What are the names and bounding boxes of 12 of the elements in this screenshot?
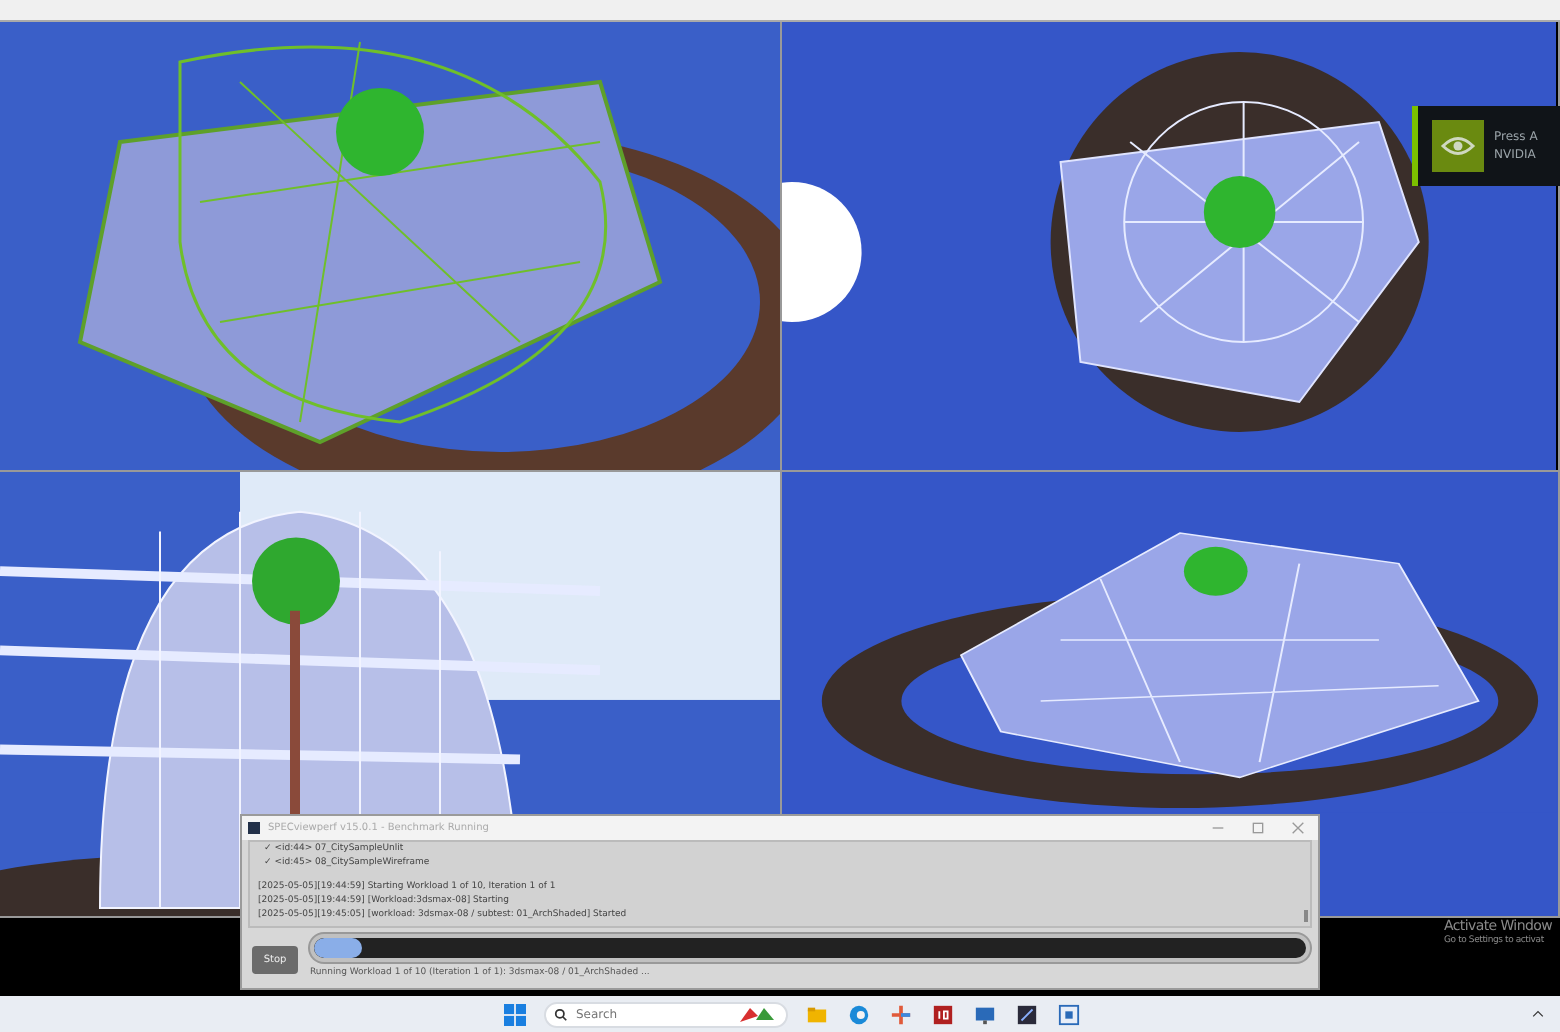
chevron-up-icon[interactable] xyxy=(1532,1010,1544,1018)
pinwheel-icon[interactable] xyxy=(888,1001,914,1027)
app-window-icon[interactable] xyxy=(1056,1001,1082,1027)
app-icon xyxy=(248,822,260,834)
number-tile-icon[interactable] xyxy=(930,1001,956,1027)
start-icon[interactable] xyxy=(502,1001,528,1027)
eye-icon xyxy=(1432,120,1484,172)
scrollbar[interactable] xyxy=(1304,910,1308,922)
search-icon xyxy=(554,1007,568,1021)
browser-icon[interactable] xyxy=(846,1001,872,1027)
mountains-icon xyxy=(736,1003,776,1023)
dark-tile-icon[interactable] xyxy=(1014,1001,1040,1027)
